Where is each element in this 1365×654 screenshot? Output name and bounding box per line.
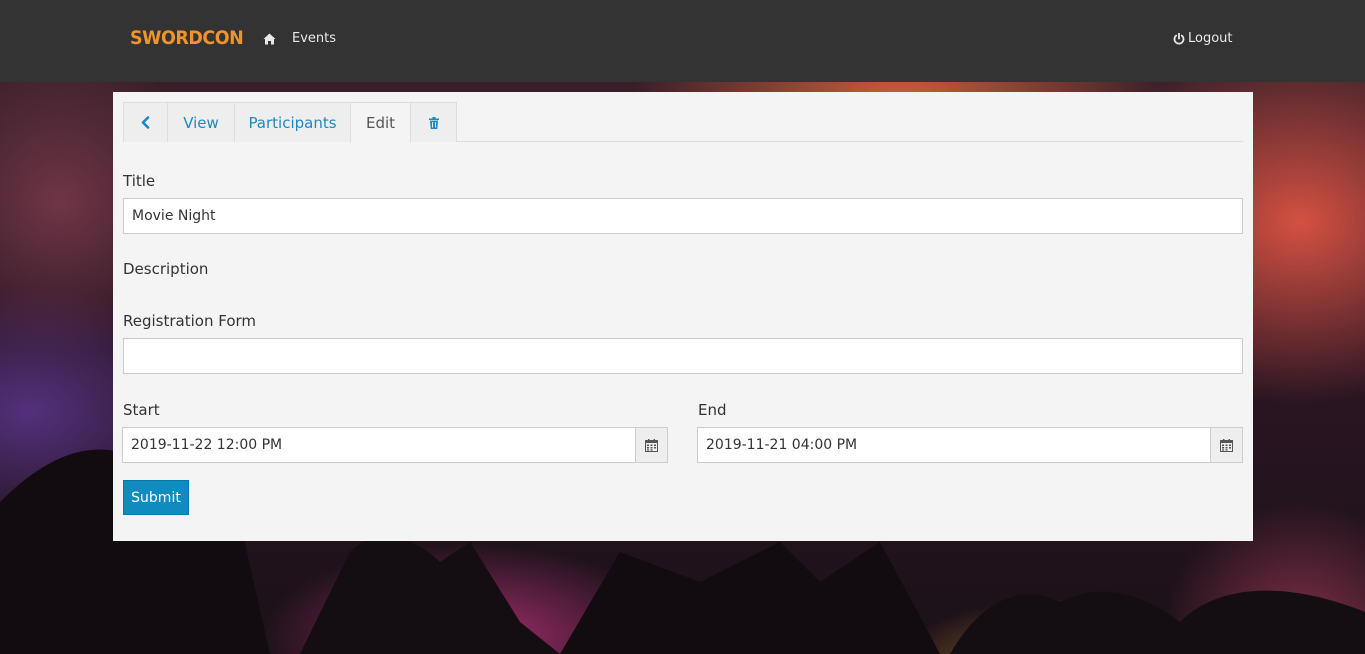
home-icon	[263, 33, 276, 44]
tab-back[interactable]	[123, 102, 168, 142]
top-navbar: SWORDCON Events Logout	[0, 0, 1365, 82]
end-label: End	[698, 401, 727, 419]
title-label: Title	[123, 172, 156, 190]
registration-form-label: Registration Form	[123, 312, 257, 330]
tab-edit[interactable]: Edit	[350, 102, 411, 143]
tab-participants[interactable]: Participants	[234, 102, 351, 142]
event-edit-panel: View Participants Edit Title Description…	[113, 92, 1253, 541]
calendar-icon	[645, 438, 658, 452]
title-input[interactable]	[123, 198, 1243, 234]
end-datetime-input[interactable]	[697, 427, 1211, 463]
tab-view[interactable]: View	[167, 102, 235, 142]
nav-events-link[interactable]: Events	[263, 31, 336, 46]
event-tabs: View Participants Edit	[123, 102, 1243, 143]
start-datetime-group	[122, 427, 668, 463]
chevron-left-icon	[141, 116, 150, 129]
power-icon	[1173, 32, 1185, 44]
trash-icon	[428, 116, 439, 129]
start-datetime-input[interactable]	[122, 427, 636, 463]
calendar-icon	[1220, 438, 1233, 452]
submit-button[interactable]: Submit	[123, 480, 189, 515]
start-calendar-button[interactable]	[636, 427, 668, 463]
registration-form-input[interactable]	[123, 338, 1243, 374]
tab-delete[interactable]	[410, 102, 457, 142]
end-calendar-button[interactable]	[1211, 427, 1243, 463]
end-datetime-group	[697, 427, 1243, 463]
nav-events-label: Events	[292, 31, 337, 46]
logout-link[interactable]: Logout	[1173, 31, 1233, 46]
description-label: Description	[123, 260, 209, 278]
brand-logo[interactable]: SWORDCON	[130, 27, 244, 49]
start-label: Start	[123, 401, 160, 419]
logout-label: Logout	[1188, 31, 1233, 46]
